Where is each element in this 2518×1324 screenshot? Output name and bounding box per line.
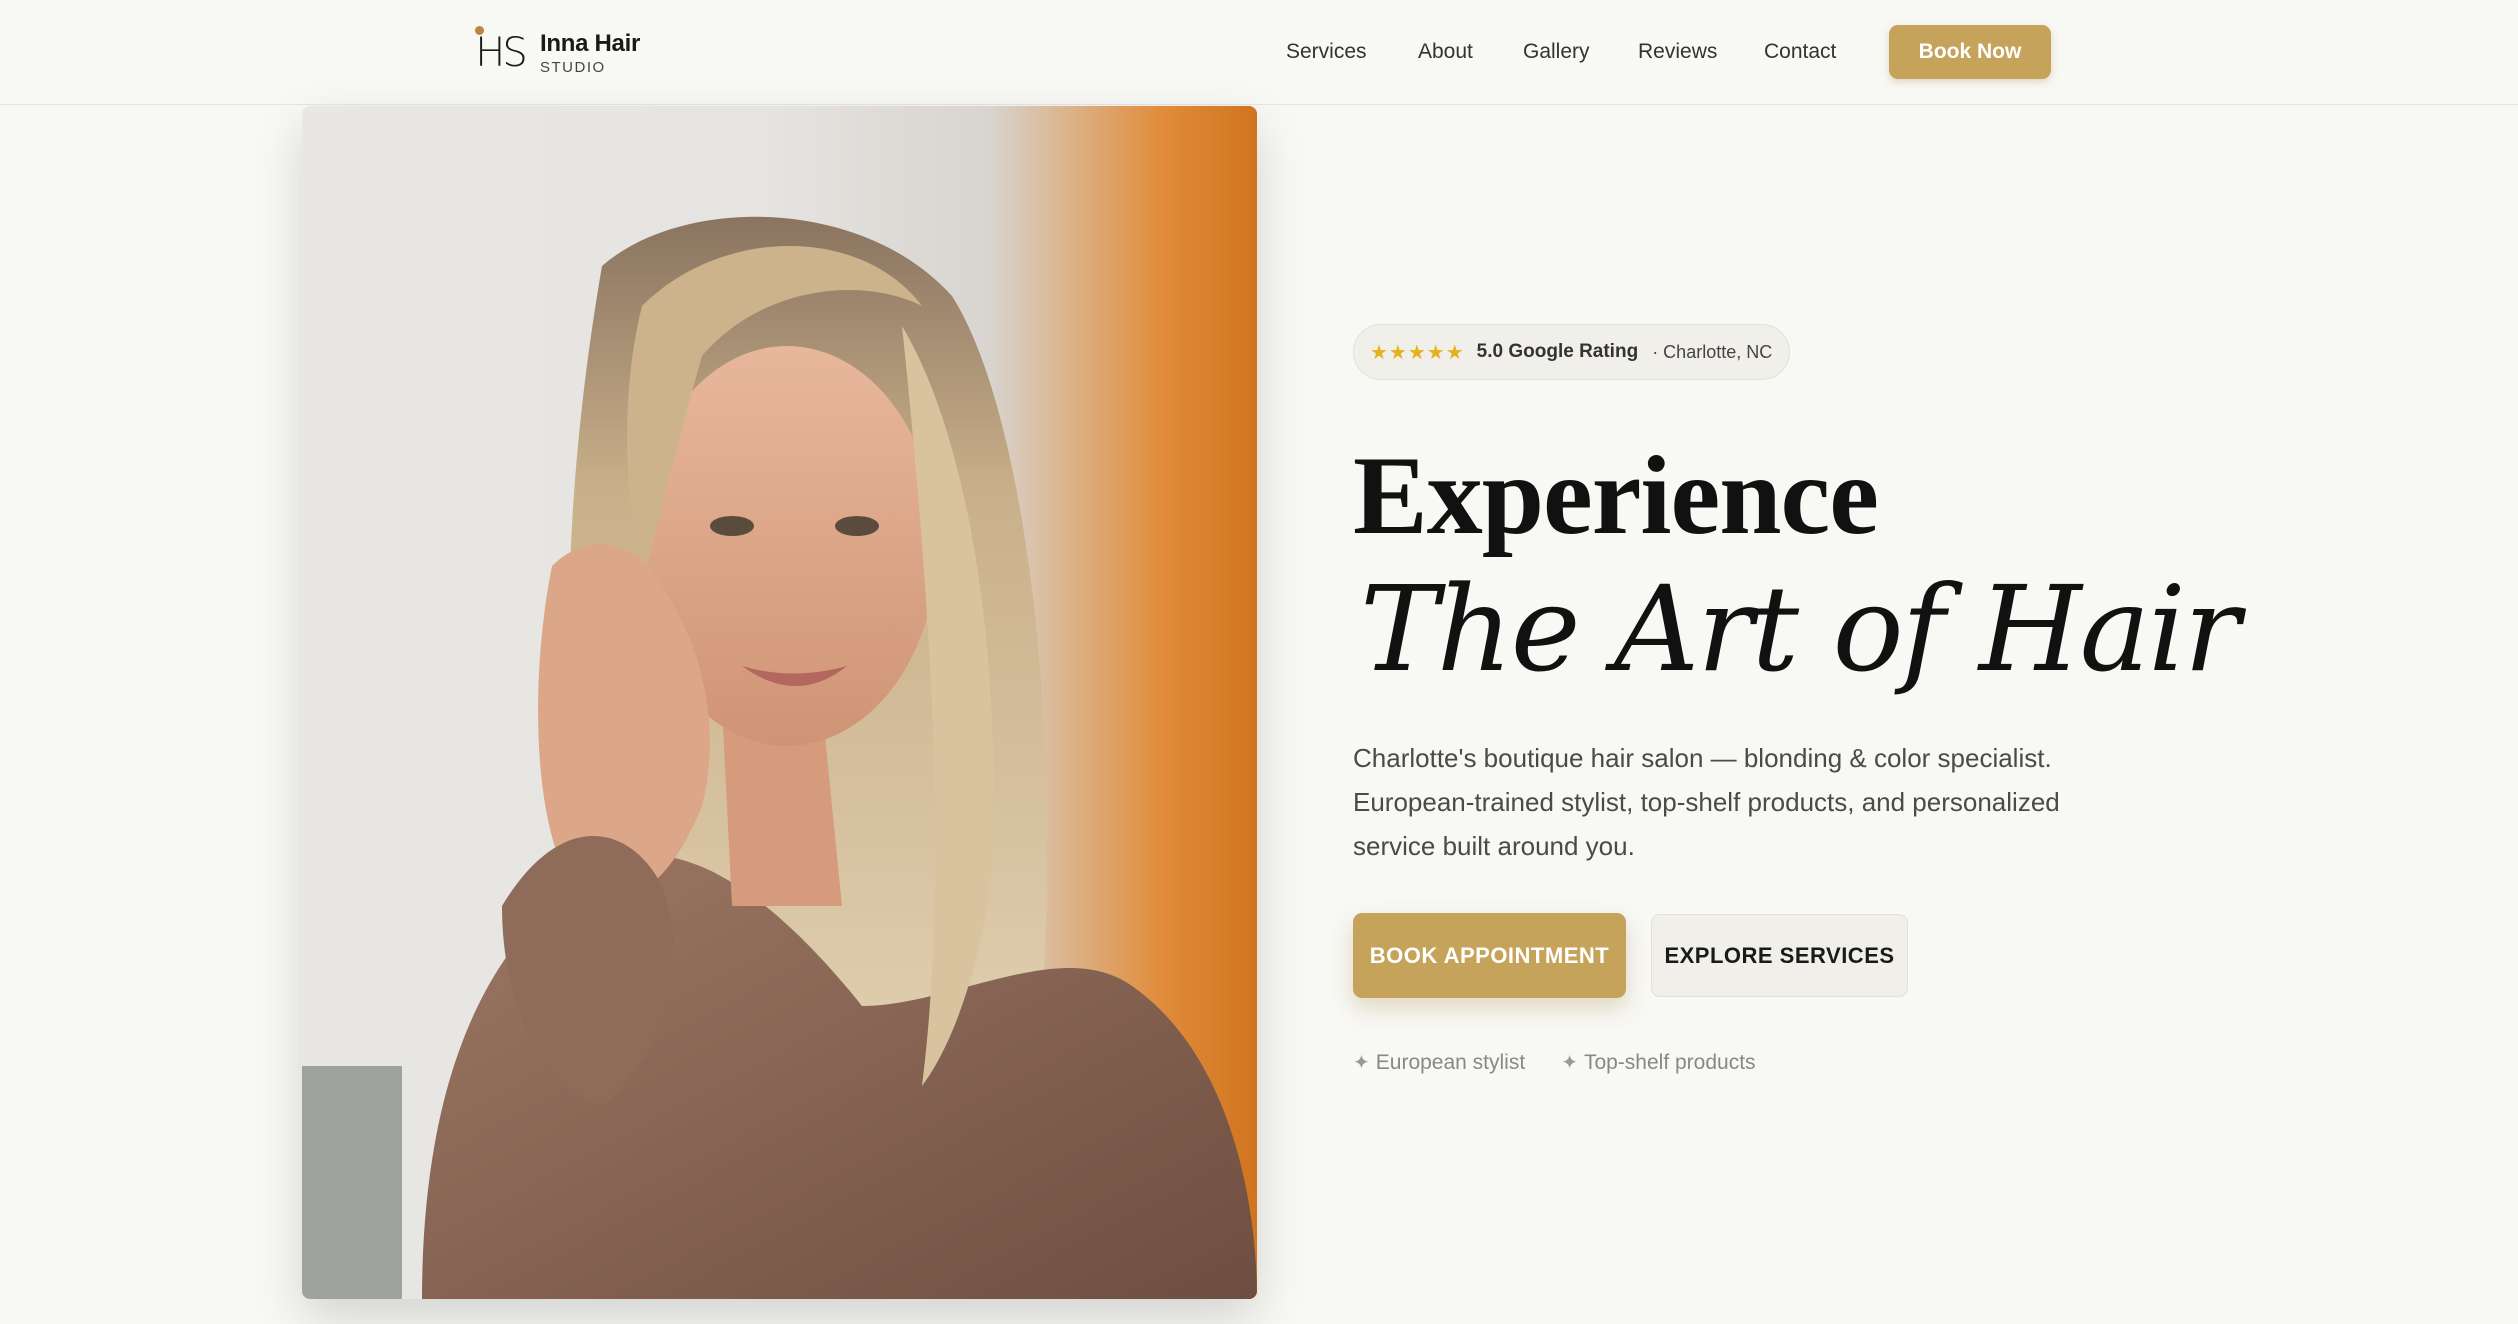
rating-location: · Charlotte, NC xyxy=(1652,341,1773,362)
nav-gallery[interactable]: Gallery xyxy=(1523,40,1590,64)
hero-photo xyxy=(302,106,1257,1299)
rating-text: 5.0 Google Rating xyxy=(1476,341,1639,362)
page: HS Inna Hair STUDIO Services About Galle… xyxy=(0,0,2518,1324)
sparkle-icon: ✦ xyxy=(1561,1052,1578,1074)
star-rating-icon: ★★★★★ xyxy=(1370,341,1465,364)
feature-label: Top-shelf products xyxy=(1583,1050,1756,1074)
brand-sub: STUDIO xyxy=(540,58,606,76)
stylist-portrait-image xyxy=(302,216,1257,1299)
sparkle-icon: ✦ xyxy=(1353,1052,1370,1074)
explore-services-button[interactable]: EXPLORE SERVICES xyxy=(1651,914,1908,997)
rating-badge: ★★★★★ 5.0 Google Rating · Charlotte, NC xyxy=(1353,324,1790,380)
logo-dot xyxy=(475,26,484,35)
nav-about[interactable]: About xyxy=(1418,40,1473,64)
site-header: HS Inna Hair STUDIO Services About Galle… xyxy=(0,0,2518,105)
book-appointment-button[interactable]: BOOK APPOINTMENT xyxy=(1353,913,1626,998)
brand-name: Inna Hair xyxy=(540,29,640,57)
hero-headline: Experience xyxy=(1353,434,1879,558)
feature-label: European stylist xyxy=(1375,1050,1526,1074)
logo-mark: HS xyxy=(472,24,528,82)
feature-item: ✦ Top-shelf products xyxy=(1561,1050,1755,1075)
logo-text: Inna Hair STUDIO xyxy=(540,29,640,76)
hero-description: Charlotte's boutique hair salon — blondi… xyxy=(1353,743,2060,861)
book-now-button[interactable]: Book Now xyxy=(1889,25,2051,79)
nav-services[interactable]: Services xyxy=(1286,40,1367,64)
logo-letters: HS xyxy=(475,30,527,76)
feature-list: ✦ European stylist ✦ Top-shelf products xyxy=(1353,1050,1756,1075)
feature-item: ✦ European stylist xyxy=(1353,1050,1525,1075)
logo[interactable]: HS Inna Hair STUDIO xyxy=(472,24,640,82)
nav-reviews[interactable]: Reviews xyxy=(1638,40,1717,64)
nav-contact[interactable]: Contact xyxy=(1764,40,1836,64)
hero-headline-script: The Art of Hair xyxy=(1360,560,2240,698)
